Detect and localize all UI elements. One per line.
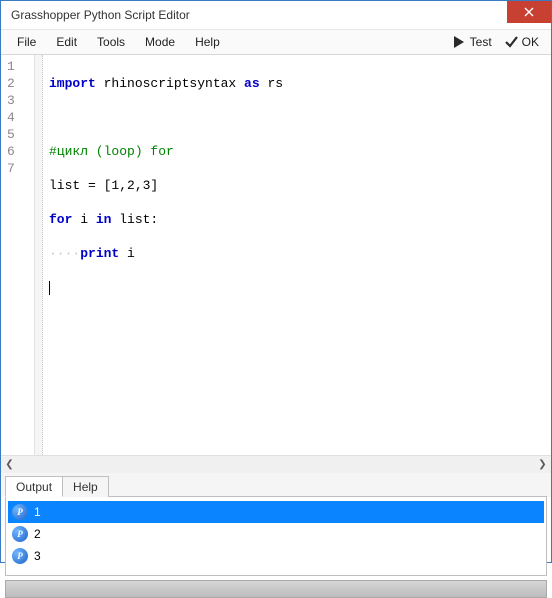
- tab-help[interactable]: Help: [62, 476, 109, 497]
- window-title: Grasshopper Python Script Editor: [11, 8, 507, 22]
- token-comment: #цикл (loop) for: [49, 144, 174, 159]
- output-value: 2: [34, 527, 41, 541]
- output-footer-bar: [5, 580, 547, 598]
- line-number: 7: [7, 160, 34, 177]
- caret: [49, 281, 50, 295]
- titlebar: Grasshopper Python Script Editor: [1, 1, 551, 29]
- code-area[interactable]: import rhinoscriptsyntax as rs #цикл (lo…: [43, 55, 551, 455]
- menu-file[interactable]: File: [7, 31, 46, 53]
- print-icon: P: [12, 504, 28, 520]
- tab-output[interactable]: Output: [5, 476, 63, 497]
- line-gutter: 1 2 3 4 5 6 7: [1, 55, 35, 455]
- token-ident: i: [119, 246, 135, 261]
- output-row[interactable]: P 1: [8, 501, 544, 523]
- token-keyword: in: [96, 212, 112, 227]
- token-ident: rs: [260, 76, 283, 91]
- print-icon: P: [12, 548, 28, 564]
- close-button[interactable]: [507, 1, 551, 23]
- menu-tools[interactable]: Tools: [87, 31, 135, 53]
- token-ident: rhinoscriptsyntax: [96, 76, 244, 91]
- token-whitespace: ····: [49, 246, 80, 261]
- fold-margin: [35, 55, 43, 455]
- token-keyword: as: [244, 76, 260, 91]
- output-value: 3: [34, 549, 41, 563]
- play-icon: [452, 35, 466, 49]
- token-keyword: for: [49, 212, 72, 227]
- test-button[interactable]: Test: [446, 33, 498, 51]
- scroll-left-icon[interactable]: ❮: [1, 456, 18, 473]
- line-number: 1: [7, 58, 34, 75]
- token-ident: i: [72, 212, 95, 227]
- token-keyword: import: [49, 76, 96, 91]
- menu-mode[interactable]: Mode: [135, 31, 185, 53]
- check-icon: [504, 35, 518, 49]
- close-icon: [524, 7, 534, 17]
- line-number: 4: [7, 109, 34, 126]
- menu-help[interactable]: Help: [185, 31, 230, 53]
- output-row[interactable]: P 2: [8, 523, 544, 545]
- line-number: 2: [7, 75, 34, 92]
- output-row[interactable]: P 3: [8, 545, 544, 567]
- ok-label: OK: [522, 35, 539, 49]
- token-code: list = [1,2,3]: [49, 178, 158, 193]
- horizontal-scrollbar[interactable]: ❮ ❯: [1, 455, 551, 473]
- scroll-track[interactable]: [18, 456, 534, 473]
- test-label: Test: [470, 35, 492, 49]
- ok-button[interactable]: OK: [498, 33, 545, 51]
- menubar: File Edit Tools Mode Help Test OK: [1, 29, 551, 55]
- line-number: 5: [7, 126, 34, 143]
- output-value: 1: [34, 505, 41, 519]
- print-icon: P: [12, 526, 28, 542]
- bottom-tabs: Output Help: [1, 473, 551, 497]
- line-number: 6: [7, 143, 34, 160]
- output-panel: P 1 P 2 P 3: [5, 496, 547, 576]
- code-editor[interactable]: 1 2 3 4 5 6 7 import rhinoscriptsyntax a…: [1, 55, 551, 455]
- menu-edit[interactable]: Edit: [46, 31, 87, 53]
- line-number: 3: [7, 92, 34, 109]
- token-keyword: print: [80, 246, 119, 261]
- scroll-right-icon[interactable]: ❯: [534, 456, 551, 473]
- token-code: list:: [111, 212, 158, 227]
